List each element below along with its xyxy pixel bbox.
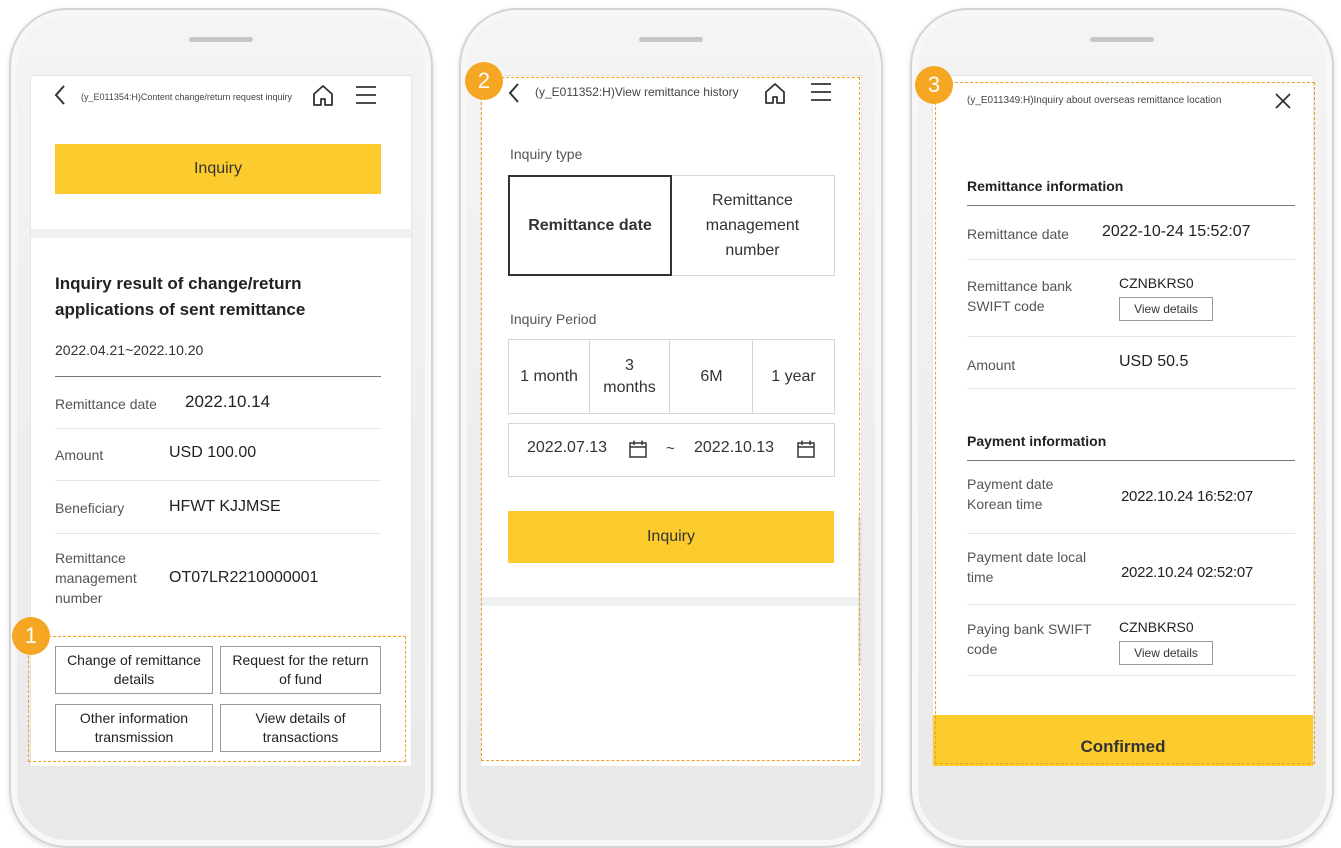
row-value: OT07LR2210000001	[169, 569, 319, 586]
highlight-area-2	[481, 77, 860, 761]
row-label: Remittance management number	[55, 550, 137, 606]
home-icon[interactable]	[311, 83, 335, 107]
speaker	[639, 37, 703, 42]
result-heading: Inquiry result of change/return applicat…	[55, 274, 306, 319]
row-value: 2022.10.14	[185, 392, 271, 411]
row-beneficiary: Beneficiary HFWT KJJMSE	[55, 480, 381, 534]
row-label: Remittance date	[55, 396, 157, 412]
speaker	[1090, 37, 1154, 42]
menu-icon[interactable]	[354, 84, 378, 106]
row-value: HFWT KJJMSE	[169, 498, 281, 515]
row-value: USD 100.00	[169, 444, 257, 461]
step-badge-2: 2	[465, 62, 503, 100]
row-remittance-date: Remittance date 2022.10.14	[55, 378, 381, 429]
inquiry-button[interactable]: Inquiry	[55, 144, 381, 194]
row-label: Beneficiary	[55, 500, 125, 516]
row-management-number: Remittance management number OT07LR22100…	[55, 533, 381, 621]
page-title: (y_E011354:H)Content change/return reque…	[81, 92, 292, 102]
step-badge-3: 3	[915, 66, 953, 104]
row-amount: Amount USD 100.00	[55, 428, 381, 481]
speaker	[189, 37, 253, 42]
top-bar: (y_E011354:H)Content change/return reque…	[31, 76, 411, 116]
divider-band	[31, 229, 411, 238]
step-badge-1: 1	[12, 617, 50, 655]
highlight-area-1	[28, 636, 406, 762]
row-label: Amount	[55, 447, 104, 463]
inquiry-period: 2022.04.21~2022.10.20	[55, 342, 204, 358]
section-divider	[55, 376, 381, 377]
highlight-area-3	[935, 82, 1315, 764]
back-icon[interactable]	[53, 84, 67, 106]
